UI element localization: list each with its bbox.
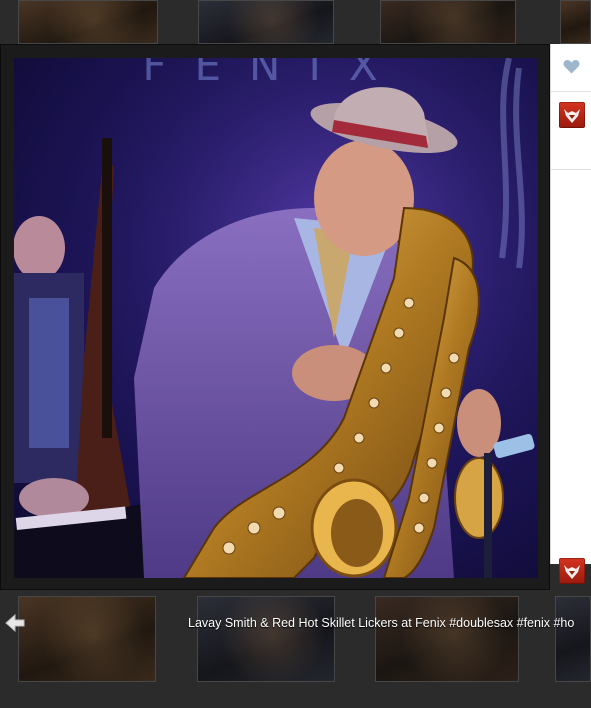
avatar-icon[interactable] <box>559 102 585 128</box>
thumbnail-bottom-1[interactable] <box>18 596 156 682</box>
thumbnail-bottom-4[interactable] <box>555 596 591 682</box>
side-divider-1 <box>551 91 591 92</box>
photo-caption: Lavay Smith & Red Hot Skillet Lickers at… <box>188 616 575 630</box>
commenter-avatar-icon[interactable] <box>559 558 585 584</box>
photo-sign-text: FENIX <box>142 58 405 90</box>
heart-icon[interactable] <box>563 59 580 79</box>
thumbnail-top-4[interactable] <box>560 0 591 44</box>
thumbnail-bottom-2[interactable] <box>197 596 335 682</box>
photo[interactable]: FENIX <box>14 58 538 578</box>
photo-illustration: FENIX <box>14 58 538 578</box>
thumbnail-top-2[interactable] <box>198 0 334 44</box>
side-panel <box>550 44 591 564</box>
left-arrow-icon[interactable] <box>4 613 26 638</box>
thumbnail-top-3[interactable] <box>380 0 516 44</box>
thumbnail-bottom-3[interactable] <box>375 596 519 682</box>
lightbox-frame: FENIX <box>0 44 550 590</box>
thumbnail-top-1[interactable] <box>18 0 158 44</box>
side-divider-2 <box>551 169 591 170</box>
